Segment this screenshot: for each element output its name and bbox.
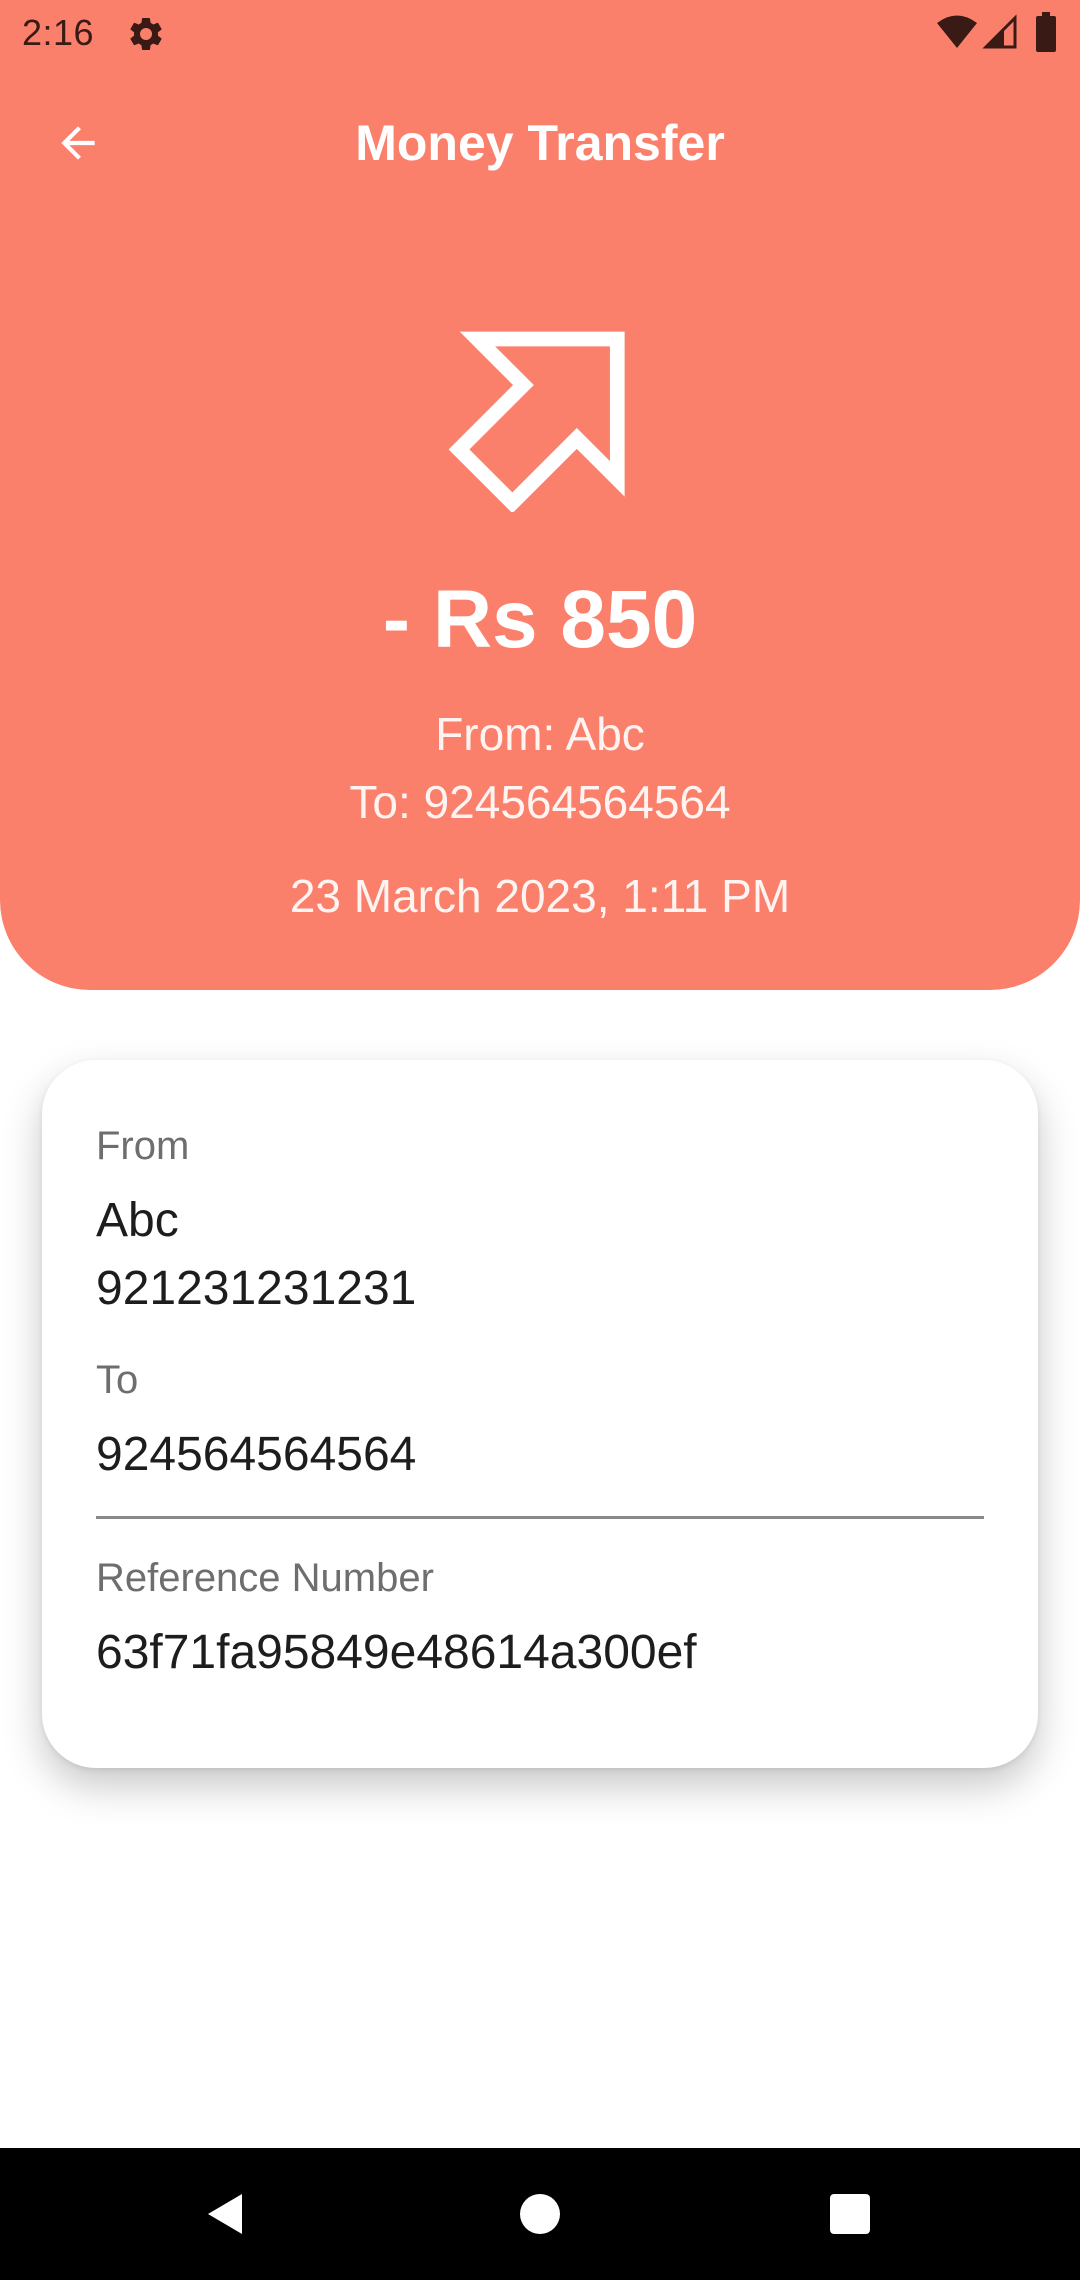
transfer-datetime: 23 March 2023, 1:11 PM bbox=[289, 870, 791, 922]
transfer-header: 2:16 Money Transfer - Rs 850 From: Abc T… bbox=[0, 0, 1080, 990]
reference-number: 63f71fa95849e48614a300ef bbox=[96, 1626, 697, 1679]
reference-label: Reference Number bbox=[96, 1556, 434, 1600]
page-title: Money Transfer bbox=[355, 115, 725, 171]
from-name: Abc bbox=[96, 1194, 179, 1247]
from-label: From bbox=[96, 1124, 190, 1168]
summary-to: To: 924564564564 bbox=[349, 776, 731, 828]
to-number: 924564564564 bbox=[96, 1428, 417, 1481]
recents-square-icon bbox=[830, 2194, 870, 2234]
arrow-left-icon bbox=[61, 126, 95, 160]
to-label: To bbox=[96, 1358, 139, 1402]
details-divider bbox=[96, 1516, 984, 1519]
nav-home-button[interactable] bbox=[504, 2178, 576, 2250]
money-transfer-screen: 2:16 Money Transfer - Rs 850 From: Abc T… bbox=[0, 0, 1080, 2280]
home-circle-icon bbox=[520, 2194, 560, 2234]
system-navigation-bar bbox=[0, 2148, 1080, 2280]
nav-back-button[interactable] bbox=[190, 2178, 262, 2250]
back-triangle-icon bbox=[208, 2194, 242, 2234]
transfer-details-card: From Abc 921231231231 To 924564564564 Re… bbox=[42, 1060, 1038, 1768]
transfer-amount: - Rs 850 bbox=[382, 574, 698, 665]
signal-icon bbox=[982, 14, 1018, 50]
from-number: 921231231231 bbox=[96, 1262, 417, 1315]
nav-recents-button[interactable] bbox=[814, 2178, 886, 2250]
back-button[interactable] bbox=[40, 110, 116, 176]
wifi-icon bbox=[936, 14, 978, 50]
battery-icon bbox=[1036, 12, 1056, 52]
status-time: 2:16 bbox=[22, 12, 95, 53]
arrow-up-right-icon bbox=[448, 328, 632, 514]
gear-icon bbox=[126, 14, 166, 54]
summary-from: From: Abc bbox=[435, 708, 645, 760]
status-bar: 2:16 bbox=[0, 0, 1080, 66]
